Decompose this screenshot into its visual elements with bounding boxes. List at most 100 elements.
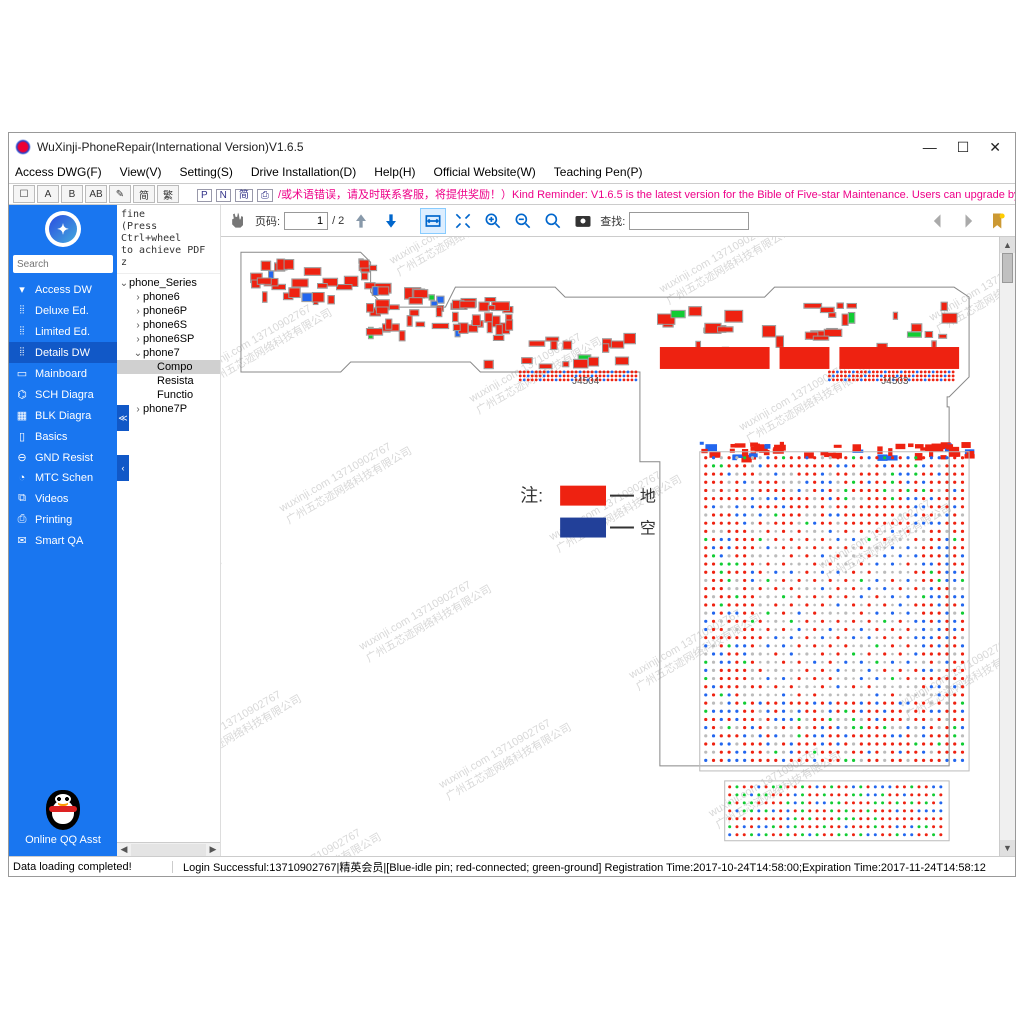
tree-hscrollbar[interactable]: ◀ ▶ (117, 842, 220, 856)
scroll-thumb[interactable] (1002, 253, 1013, 283)
menu-teaching-pen[interactable]: Teaching Pen(P) (554, 165, 643, 179)
tree-node[interactable]: ›phone6SP (117, 332, 220, 346)
ticker-button[interactable]: 简 (235, 189, 253, 202)
tree-twisty-icon[interactable]: ⌄ (133, 348, 143, 359)
tree-node[interactable]: Resista (117, 374, 220, 388)
fit-width-button[interactable] (420, 208, 446, 234)
screenshot-button[interactable] (570, 208, 596, 234)
qq-assistant[interactable]: Online QQ Asst (9, 784, 117, 856)
sidebar-item-icon: ✉ (15, 534, 29, 547)
menu-view[interactable]: View(V) (120, 165, 162, 179)
tree-twisty-icon[interactable]: › (133, 334, 143, 345)
maximize-button[interactable]: ☐ (957, 139, 970, 156)
tree-node[interactable]: ›phone6 (117, 290, 220, 304)
sidebar-item-icon: ⦙⦙ (15, 346, 29, 359)
tree-node-label: Compo (157, 361, 192, 373)
sidebar-item-icon: ⊖ (15, 451, 29, 464)
viewer-vscrollbar[interactable]: ▲ ▼ (999, 237, 1015, 856)
sidebar-item-label: GND Resist (35, 452, 93, 464)
svg-text:wuxinji.com 13710902767: wuxinji.com 13710902767 (626, 608, 743, 682)
band-button[interactable]: 简 (133, 185, 155, 203)
search-label: 查找: (600, 213, 625, 229)
app-logo-icon (15, 139, 31, 155)
band-button[interactable]: B (61, 185, 83, 203)
tree-twisty-icon[interactable]: › (133, 306, 143, 317)
sidebar-item[interactable]: ⊖ GND Resist (9, 447, 117, 468)
tree-node[interactable]: ⌄phone_Series (117, 276, 220, 290)
titlebar: WuXinji-PhoneRepair(International Versio… (9, 133, 1015, 161)
qq-penguin-icon (46, 790, 80, 830)
sidebar-item[interactable]: ▦BLK Diagra (9, 405, 117, 426)
schematic-canvas[interactable]: wuxinji.com 13710902767 广州五芯迹网络科技有限公司 wuxi… (221, 237, 999, 856)
svg-text:wuxinji.com 13710902767: wuxinji.com 13710902767 (737, 360, 854, 434)
search-input[interactable] (13, 255, 113, 273)
tree-node[interactable]: Functio (117, 388, 220, 402)
sidebar-item[interactable]: ▾Access DW (9, 279, 117, 300)
tree-node-label: phone6SP (143, 333, 194, 345)
sidebar-item[interactable]: ✉Smart QA (9, 530, 117, 551)
svg-text:wuxinji.com 13710902767: wuxinji.com 13710902767 (816, 498, 933, 572)
fit-page-button[interactable] (450, 208, 476, 234)
find-input[interactable] (629, 212, 749, 230)
tree-node[interactable]: ›phone7P (117, 402, 220, 416)
menu-drive-install[interactable]: Drive Installation(D) (251, 165, 356, 179)
legend-item-label: 地 (640, 488, 656, 506)
menu-setting[interactable]: Setting(S) (179, 165, 232, 179)
sidebar-item-label: BLK Diagra (35, 410, 91, 422)
minimize-button[interactable]: — (923, 139, 937, 156)
scroll-right-icon[interactable]: ▶ (206, 844, 220, 855)
ticker-button[interactable]: P (197, 189, 212, 202)
sidebar-item[interactable]: ⧉Videos (9, 488, 117, 509)
tree-node[interactable]: ›phone6P (117, 304, 220, 318)
next-page-button[interactable] (378, 208, 404, 234)
tree-node[interactable]: Compo (117, 360, 220, 374)
menu-official-website[interactable]: Official Website(W) (434, 165, 536, 179)
menu-help[interactable]: Help(H) (374, 165, 415, 179)
ticker-button[interactable]: N (216, 189, 231, 202)
sidebar-item[interactable]: ▭Mainboard (9, 363, 117, 384)
page-total: / 2 (332, 215, 344, 227)
tree-node[interactable]: ⌄phone7 (117, 346, 220, 360)
page-input[interactable] (284, 212, 328, 230)
sidebar-item[interactable]: ⦙⦙Details DW (9, 342, 117, 363)
sidebar-item[interactable]: ⦙⦙Deluxe Ed. (9, 300, 117, 321)
band-button[interactable]: ☐ (13, 185, 35, 203)
svg-text:广州五芯迹网络科技有限公司: 广州五芯迹网络科技有限公司 (221, 553, 224, 636)
tree-twisty-icon[interactable]: ⌄ (119, 278, 129, 289)
sidebar-item[interactable]: ▯Basics (9, 426, 117, 447)
connector-label: J4503 (881, 376, 909, 387)
sidebar-item[interactable]: ⌬SCH Diagra (9, 384, 117, 405)
band-button[interactable]: 繁 (157, 185, 179, 203)
band-button[interactable]: AB (85, 185, 107, 203)
scroll-up-icon[interactable]: ▲ (1000, 237, 1015, 253)
band-button[interactable]: A (37, 185, 59, 203)
svg-text:wuxinji.com 13710902767: wuxinji.com 13710902767 (516, 855, 633, 856)
band-button[interactable]: ✎ (109, 185, 131, 203)
find-prev-button[interactable] (925, 208, 951, 234)
svg-text:广州五芯迹网络科技有限公司: 广州五芯迹网络科技有限公司 (283, 443, 413, 526)
find-next-button[interactable] (955, 208, 981, 234)
sidebar-item[interactable]: ◔MTC Schen (9, 468, 117, 488)
tree-node[interactable]: ›phone6S (117, 318, 220, 332)
sidebar-item[interactable]: ⦙⦙Limited Ed. (9, 321, 117, 342)
menu-access-dwg[interactable]: Access DWG(F) (15, 165, 102, 179)
scroll-left-icon[interactable]: ◀ (117, 844, 131, 855)
zoom-reset-button[interactable] (540, 208, 566, 234)
sidebar-item[interactable]: ⎙Printing (9, 509, 117, 530)
tree-twisty-icon[interactable]: › (133, 292, 143, 303)
sidebar-item-icon: ▯ (15, 430, 29, 443)
close-button[interactable]: ✕ (989, 139, 1001, 156)
collapse-handle-icon[interactable]: ≪ (117, 405, 129, 431)
tree-twisty-icon[interactable]: › (133, 320, 143, 331)
prev-page-button[interactable] (348, 208, 374, 234)
bookmark-button[interactable] (985, 208, 1011, 234)
zoom-out-button[interactable] (510, 208, 536, 234)
collapse-handle-icon[interactable]: ‹ (117, 455, 129, 481)
scroll-down-icon[interactable]: ▼ (1000, 840, 1015, 856)
app-body: ✦ ▾Access DW⦙⦙Deluxe Ed.⦙⦙Limited Ed.⦙⦙D… (9, 205, 1015, 856)
sidebar-item-icon: ▭ (15, 367, 29, 380)
tree-twisty-icon[interactable]: › (133, 404, 143, 415)
ticker-button[interactable]: ⎙ (257, 189, 273, 202)
zoom-in-button[interactable] (480, 208, 506, 234)
hand-tool-button[interactable] (225, 208, 251, 234)
